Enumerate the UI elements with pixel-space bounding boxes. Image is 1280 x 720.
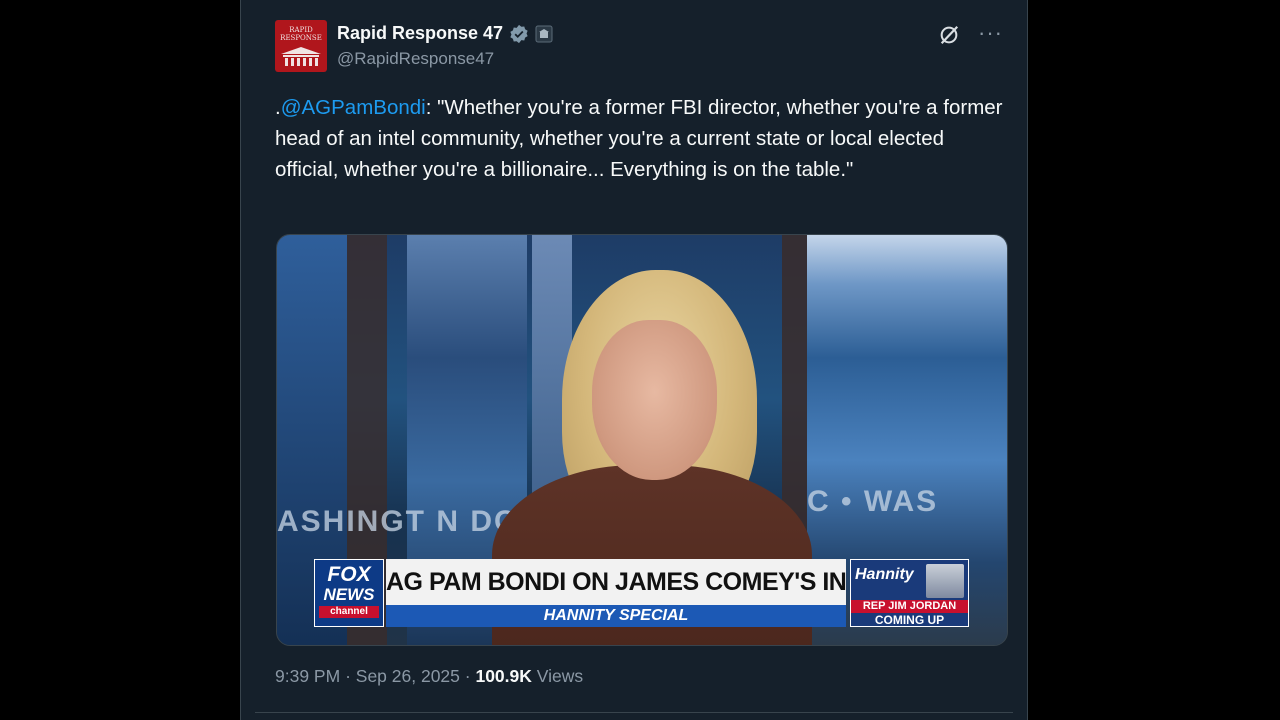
network-line1: FOX xyxy=(327,563,371,586)
tweet-text: .@AGPamBondi: "Whether you're a former F… xyxy=(275,92,1003,185)
verified-badge-icon xyxy=(510,24,528,43)
views-count: 100.9K xyxy=(475,666,532,686)
promo-box: Hannity REP JIM JORDAN COMING UP xyxy=(850,559,969,627)
divider xyxy=(255,712,1013,713)
author-handle[interactable]: @RapidResponse47 xyxy=(337,49,494,69)
views-label: Views xyxy=(536,666,584,686)
network-line3: channel xyxy=(319,606,379,618)
promo-guest: REP JIM JORDAN xyxy=(851,600,968,613)
avatar[interactable]: RAPID RESPONSE xyxy=(275,20,327,72)
network-line2: NEWS xyxy=(323,585,375,604)
chyron-subline: HANNITY SPECIAL xyxy=(386,605,846,627)
avatar-logo-text: RAPID RESPONSE xyxy=(280,26,322,42)
grok-icon[interactable] xyxy=(938,24,960,46)
promo-show-name: Hannity xyxy=(855,566,914,583)
author-name-row: Rapid Response 47 xyxy=(337,23,553,44)
tweet-time[interactable]: 9:39 PM xyxy=(275,666,340,686)
studio-sign-left: ASHINGT N DC xyxy=(277,505,518,538)
chyron-headline: AG PAM BONDI ON JAMES COMEY'S INDICTMENT xyxy=(386,559,846,605)
network-logo: FOX NEWS channel xyxy=(314,559,384,627)
separator: · xyxy=(464,666,471,686)
anchor-face xyxy=(592,320,717,480)
affiliate-badge-icon[interactable] xyxy=(535,25,553,43)
author-name[interactable]: Rapid Response 47 xyxy=(337,23,503,44)
tweet-header: RAPID RESPONSE Rapid Response 47 @RapidR… xyxy=(275,20,1007,74)
promo-photo xyxy=(926,564,964,598)
tweet-date[interactable]: Sep 26, 2025 xyxy=(356,666,460,686)
promo-coming-up: COMING UP xyxy=(874,613,945,627)
news-lower-third: FOX NEWS channel AG PAM BONDI ON JAMES C… xyxy=(314,559,969,627)
more-icon[interactable]: ··· xyxy=(978,20,1003,46)
studio-sign-right: C • WAS xyxy=(807,485,939,518)
tweet-card: RAPID RESPONSE Rapid Response 47 @RapidR… xyxy=(240,0,1028,720)
tweet-metadata: 9:39 PM · Sep 26, 2025 · 100.9K Views xyxy=(275,666,583,687)
separator: · xyxy=(345,666,351,686)
mention-link[interactable]: @AGPamBondi xyxy=(281,96,426,119)
video-media[interactable]: ASHINGT N DC C • WAS FOX NEWS channel AG… xyxy=(276,234,1008,646)
avatar-building-graphic xyxy=(281,47,321,66)
